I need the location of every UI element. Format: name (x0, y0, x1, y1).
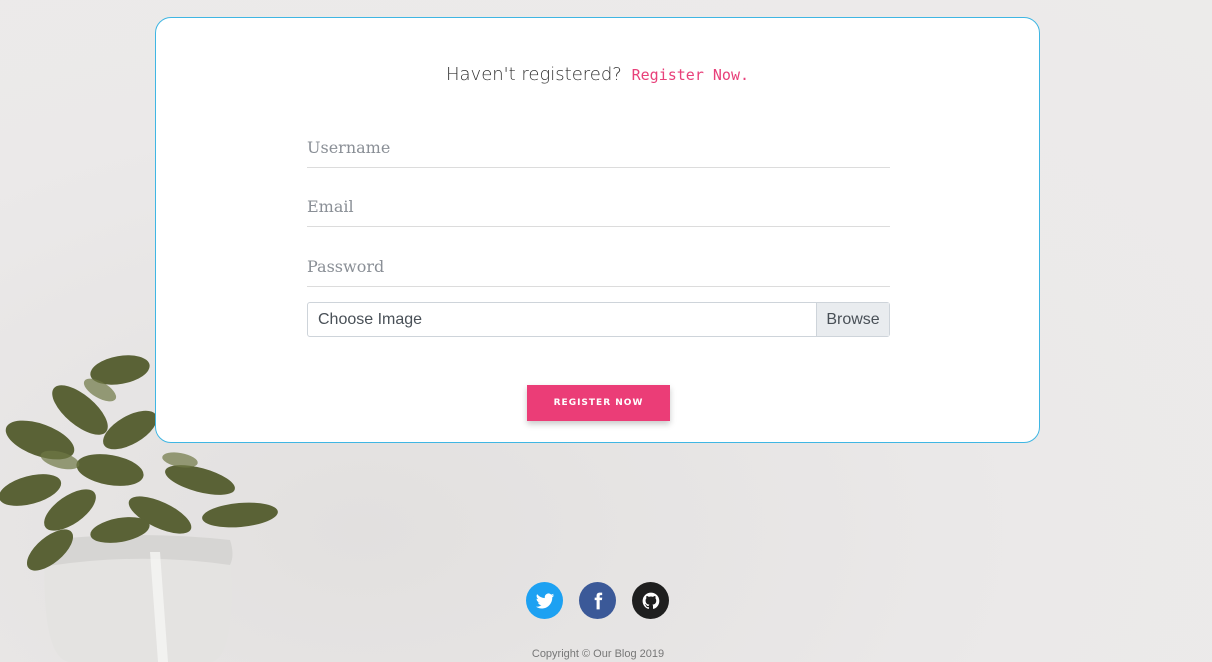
password-input[interactable] (307, 247, 890, 287)
register-card: Haven't registered? Register Now. Choose… (155, 17, 1040, 443)
browse-button[interactable]: Browse (816, 303, 889, 336)
twitter-icon (535, 592, 554, 608)
facebook-icon (594, 592, 602, 609)
signup-prompt-line: Haven't registered? Register Now. (156, 64, 1039, 85)
register-now-button[interactable]: REGISTER NOW (527, 385, 670, 421)
github-icon (642, 592, 659, 609)
username-input[interactable] (307, 128, 890, 168)
signup-prompt-text: Haven't registered? (445, 64, 622, 85)
file-input-label[interactable]: Choose Image (308, 303, 816, 336)
twitter-link[interactable] (526, 582, 563, 619)
register-now-link[interactable]: Register Now. (632, 66, 749, 84)
github-link[interactable] (632, 582, 669, 619)
email-input[interactable] (307, 187, 890, 227)
copyright-text: Copyright © Our Blog 2019 (531, 648, 665, 660)
facebook-link[interactable] (579, 582, 616, 619)
image-file-input[interactable]: Choose Image Browse (307, 302, 890, 337)
